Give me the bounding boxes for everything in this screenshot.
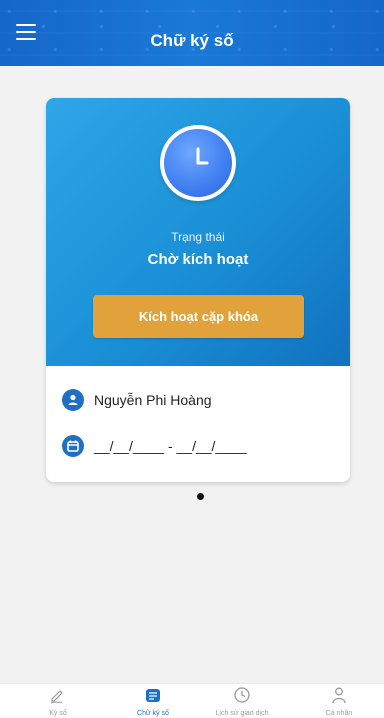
nav-item-history[interactable]: Lịch sử giao dịch (207, 686, 277, 718)
digital-signature-icon (146, 689, 160, 702)
owner-name: Nguyễn Phi Hoàng (94, 392, 212, 408)
user-icon (62, 389, 84, 411)
status-value: Chờ kích hoạt (147, 251, 249, 268)
clock-icon (234, 687, 250, 703)
activate-keypair-button[interactable]: Kích hoạt cặp khóa (93, 295, 304, 338)
sign-icon (50, 690, 63, 704)
nav-item-sign[interactable]: Ký số (23, 686, 93, 718)
user-icon (332, 687, 346, 704)
bottom-nav: Ký số Chữ ký số Lịch sử giao dịch Cá nhâ… (0, 683, 384, 718)
nav-item-digital-signature[interactable]: Chữ ký số (118, 686, 188, 718)
certificate-card: Trạng thái Chờ kích hoạt Kích hoạt cặp k… (46, 98, 350, 482)
status-label: Trạng thái (171, 230, 225, 244)
validity-row: __/__/____ - __/__/____ (62, 434, 247, 458)
calendar-icon (62, 435, 84, 457)
card-status-panel: Trạng thái Chờ kích hoạt Kích hoạt cặp k… (46, 98, 350, 366)
validity-dates: __/__/____ - __/__/____ (94, 438, 247, 454)
pager-dot (197, 493, 204, 500)
clock-icon (160, 125, 236, 201)
nav-item-profile[interactable]: Cá nhân (304, 686, 374, 718)
owner-row: Nguyễn Phi Hoàng (62, 388, 212, 412)
app-header: Chữ ký số (0, 0, 384, 66)
page-title: Chữ ký số (150, 31, 234, 50)
